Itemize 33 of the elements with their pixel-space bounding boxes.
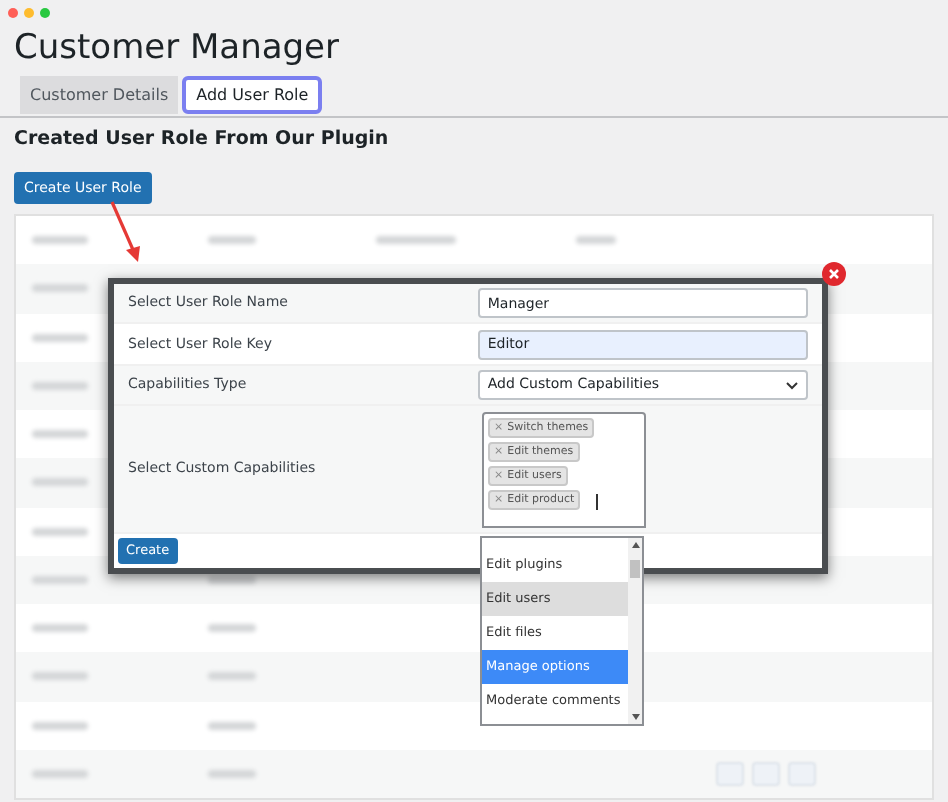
close-icon (828, 268, 840, 280)
scrollbar[interactable] (628, 538, 642, 724)
blurred-text (208, 672, 256, 681)
section-heading: Created User Role From Our Plugin (12, 128, 391, 152)
scroll-down-icon[interactable] (631, 714, 639, 720)
blurred-text (208, 575, 256, 584)
blurred-text (32, 624, 88, 633)
blurred-text (32, 769, 88, 778)
scroll-up-icon[interactable] (631, 542, 639, 548)
tab[interactable]: Customer Details (20, 76, 179, 114)
tab[interactable]: Add User Role (182, 76, 323, 114)
blurred-text (32, 527, 88, 536)
blurred-text (208, 624, 256, 633)
window-controls[interactable] (8, 7, 50, 17)
blurred-text (32, 430, 88, 439)
blurred-text (376, 236, 456, 245)
blurred-text (576, 236, 616, 245)
page-title: Customer Manager (12, 26, 341, 70)
text-cursor (596, 494, 599, 510)
blurred-text (32, 284, 88, 293)
blurred-text (32, 236, 88, 245)
blurred-text (32, 575, 88, 584)
scrollbar-thumb[interactable] (630, 560, 640, 578)
blurred-text (32, 333, 88, 342)
blurred-text (32, 721, 88, 730)
blurred-text (208, 236, 256, 245)
blurred-text (208, 721, 256, 730)
blurred-text (32, 672, 88, 681)
blurred-text (32, 381, 88, 390)
blurred-text (32, 478, 88, 487)
blurred-text (208, 769, 256, 778)
arrow (108, 200, 144, 264)
chevron-down-icon (786, 381, 798, 389)
